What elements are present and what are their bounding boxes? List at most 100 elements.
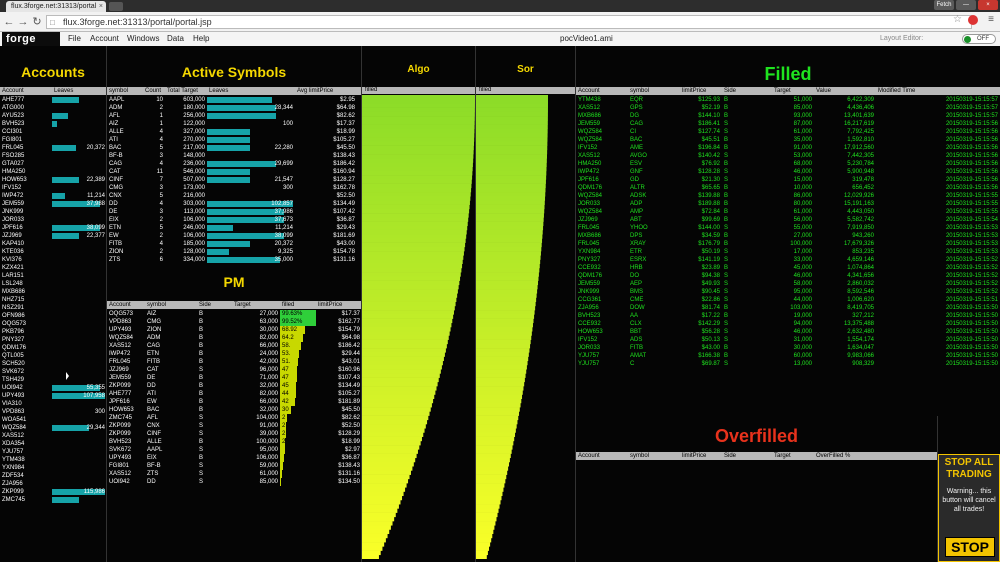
col-target[interactable]: Target xyxy=(772,452,814,460)
col-leaves[interactable]: Leaves xyxy=(52,87,106,95)
col-target[interactable]: Target xyxy=(232,301,280,309)
table-row[interactable]: FRL045 XRAY $176.79 B 100,000 17,679,326 20150… xyxy=(576,240,1000,248)
algo-filled-header[interactable]: filled xyxy=(362,87,475,94)
table-row[interactable]: XAS512 GPS $52.19 B 85,000 4,436,406 20150319-… xyxy=(576,104,1000,112)
page-info-icon[interactable]: □ xyxy=(50,17,55,29)
table-row[interactable]: WQZ584 AMP $72.84 B 61,000 4,443,050 20150319-… xyxy=(576,208,1000,216)
table-row[interactable]: QDM176 DO $94.38 S 46,000 4,341,656 20150319-1… xyxy=(576,272,1000,280)
table-row[interactable]: VPD863 300 xyxy=(0,408,106,416)
table-row[interactable]: XDA354 xyxy=(0,440,106,448)
table-row[interactable]: ZTS 6 334,000 35,000 $131.16 xyxy=(107,256,361,264)
table-row[interactable]: KAP410 xyxy=(0,240,106,248)
table-row[interactable]: IFV152 AME $196.84 B 91,000 17,912,560 2015031… xyxy=(576,144,1000,152)
table-row[interactable]: ZMC745 xyxy=(0,496,106,504)
table-row[interactable]: DE 3 113,000 37,986 $107.42 xyxy=(107,208,361,216)
col-symbol[interactable]: symbol xyxy=(107,87,143,95)
minimize-button[interactable]: — xyxy=(956,0,976,10)
table-row[interactable]: KVI376 xyxy=(0,256,106,264)
col-symbol[interactable]: symbol xyxy=(628,87,680,95)
table-row[interactable]: SVK672 AAPL S 95,000 $2.97 xyxy=(107,446,361,454)
table-row[interactable]: VPD863 CMG B 63,000 99.52% $162.77 xyxy=(107,318,361,326)
col-side[interactable]: Side xyxy=(722,87,772,95)
forward-arrow-icon[interactable]: → xyxy=(16,15,30,29)
table-row[interactable]: KTE036 xyxy=(0,248,106,256)
table-row[interactable]: BF-B 3 148,000 $138.43 xyxy=(107,152,361,160)
col-side[interactable]: Side xyxy=(197,301,232,309)
table-row[interactable]: KZX421 xyxy=(0,264,106,272)
table-row[interactable]: ZKP099 CNX S 91,000 2 $52.50 xyxy=(107,422,361,430)
col-limitprice[interactable]: limitPrice xyxy=(316,301,361,309)
table-row[interactable]: YJU757 xyxy=(0,448,106,456)
table-row[interactable]: YJU757 C $69.87 S 13,000 908,329 20150319-15:1… xyxy=(576,360,1000,368)
table-row[interactable]: JPF616 EW B 66,000 42 $181.89 xyxy=(107,398,361,406)
col-filled[interactable]: filled xyxy=(280,301,316,309)
table-row[interactable]: EIX 2 106,000 37,673 $36.87 xyxy=(107,216,361,224)
table-row[interactable]: YXN984 ETR $50.19 S 17,000 853,235 20150319-15… xyxy=(576,248,1000,256)
table-row[interactable]: FSO285 xyxy=(0,152,106,160)
table-row[interactable]: HOW653 BBT $56.28 S 46,000 2,632,480 20150319-… xyxy=(576,328,1000,336)
table-row[interactable]: OFN986 xyxy=(0,312,106,320)
table-row[interactable]: PNY327 xyxy=(0,336,106,344)
table-row[interactable]: BVH523 xyxy=(0,120,106,128)
table-row[interactable]: YJU757 AMAT $166.38 B 60,000 9,983,066 2015031… xyxy=(576,352,1000,360)
table-row[interactable]: XAS512 ZTS S 61,000 $131.16 xyxy=(107,470,361,478)
table-row[interactable]: YXN984 xyxy=(0,464,106,472)
table-row[interactable]: ZDF534 xyxy=(0,472,106,480)
col-account[interactable]: Account xyxy=(0,87,52,95)
col-side[interactable]: Side xyxy=(722,452,772,460)
table-row[interactable]: PNY327 ESRX $141.19 S 33,000 4,659,146 2015031… xyxy=(576,256,1000,264)
col-account[interactable]: Account xyxy=(576,87,628,95)
table-row[interactable]: ATG000 xyxy=(0,104,106,112)
table-row[interactable]: IFV152 xyxy=(0,184,106,192)
table-row[interactable]: IWP472 11,214 xyxy=(0,192,106,200)
new-tab-button[interactable] xyxy=(109,2,123,11)
table-row[interactable]: JEM559 AEP $49.93 S 58,000 2,860,032 20150319-… xyxy=(576,280,1000,288)
table-row[interactable]: JZJ969 CAT S 96,000 47 $160.96 xyxy=(107,366,361,374)
table-row[interactable]: YTM438 xyxy=(0,456,106,464)
col-symbol[interactable]: symbol xyxy=(145,301,197,309)
table-row[interactable]: NHZ715 xyxy=(0,296,106,304)
table-row[interactable]: MXB686 DG $144.10 B 93,000 13,401,639 20150319… xyxy=(576,112,1000,120)
table-row[interactable]: ZMC745 AFL S 104,000 2 $82.62 xyxy=(107,414,361,422)
table-row[interactable]: IWP472 ETN B 24,000 53. $29.44 xyxy=(107,350,361,358)
table-row[interactable]: ADM 2 180,000 28,344 $64.98 xyxy=(107,104,361,112)
table-row[interactable]: GTA027 xyxy=(0,160,106,168)
table-row[interactable]: VIA310 xyxy=(0,400,106,408)
col-limitprice[interactable]: limitPrice xyxy=(680,87,722,95)
table-row[interactable]: JEM559 CAG $186.41 S 87,000 16,217,619 2015031… xyxy=(576,120,1000,128)
table-row[interactable]: CCE932 CLX $142.29 S 94,000 13,375,488 2015031… xyxy=(576,320,1000,328)
layout-editor-toggle[interactable]: OFF xyxy=(962,34,996,44)
stop-button[interactable]: STOP xyxy=(945,537,995,557)
table-row[interactable]: ZJA956 DOW $81.74 B 103,000 8,419,705 20150319… xyxy=(576,304,1000,312)
col-leaves[interactable]: Leaves xyxy=(207,87,295,95)
table-row[interactable]: ZKP099 CINF S 39,000 2 $128.29 xyxy=(107,430,361,438)
table-row[interactable]: CCG361 CME $22.86 S 44,000 1,006,620 20150319-… xyxy=(576,296,1000,304)
browser-menu-icon[interactable]: ≡ xyxy=(988,14,994,25)
table-row[interactable]: JNK999 BMS $90.45 S 95,000 8,592,546 20150319-… xyxy=(576,288,1000,296)
menu-data[interactable]: Data xyxy=(167,32,184,46)
table-row[interactable]: WQZ584 CI $127.74 S 61,000 7,792,425 20150319-… xyxy=(576,128,1000,136)
table-row[interactable]: AYU523 xyxy=(0,112,106,120)
table-row[interactable]: FRL045 YHOO $144.00 S 55,000 7,919,850 2015031… xyxy=(576,224,1000,232)
table-row[interactable]: WQZ584 29,344 xyxy=(0,424,106,432)
back-arrow-icon[interactable]: ← xyxy=(2,15,16,29)
table-row[interactable]: AFL 1 256,000 $82.62 xyxy=(107,112,361,120)
table-row[interactable]: BAC 5 217,000 22,280 $45.50 xyxy=(107,144,361,152)
table-row[interactable]: HOW653 22,389 xyxy=(0,176,106,184)
browser-tab[interactable]: flux.3forge.net:31313/portal × xyxy=(6,1,106,12)
col-count[interactable]: Count xyxy=(143,87,165,95)
table-row[interactable]: JEM559 DE B 71,000 47 $107.43 xyxy=(107,374,361,382)
table-row[interactable]: ATI 4 270,000 $105.27 xyxy=(107,136,361,144)
table-row[interactable]: AHE777 xyxy=(0,96,106,104)
table-row[interactable]: SCH520 xyxy=(0,360,106,368)
table-row[interactable]: JPF616 GD $21.30 S 15,000 319,478 20150319-15:… xyxy=(576,176,1000,184)
table-row[interactable]: UPY493 EIX B 106,000 $36.87 xyxy=(107,454,361,462)
table-row[interactable]: JOR033 FITB $43.00 B 30,000 1,634,047 20150319… xyxy=(576,344,1000,352)
table-row[interactable]: WQZ584 ADSK $139.88 B 86,000 12,029,926 201503… xyxy=(576,192,1000,200)
table-row[interactable]: CAT 11 546,000 $160.94 xyxy=(107,168,361,176)
table-row[interactable]: JNK999 xyxy=(0,208,106,216)
table-row[interactable]: ZION 2 128,000 9,325 $154.78 xyxy=(107,248,361,256)
table-row[interactable]: QDM176 ALTR $65.65 B 10,000 656,452 20150319-1… xyxy=(576,184,1000,192)
table-row[interactable]: QDM176 xyxy=(0,344,106,352)
table-row[interactable]: LAR151 xyxy=(0,272,106,280)
